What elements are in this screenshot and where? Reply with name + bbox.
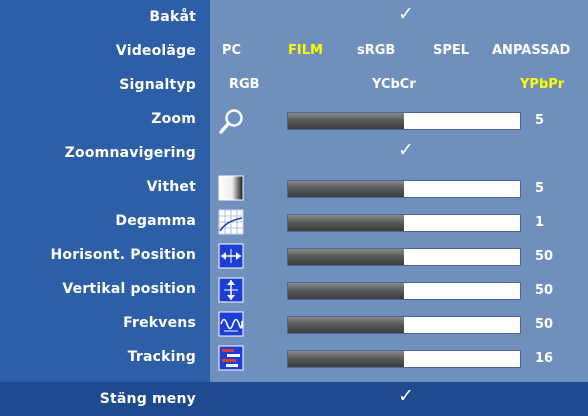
video-mode-option-anpassad[interactable]: ANPASSAD xyxy=(492,34,570,68)
video-mode-option-spel[interactable]: SPEL xyxy=(433,34,469,68)
video-mode-option-pc[interactable]: PC xyxy=(222,34,241,68)
row-degamma[interactable]: Degamma 1 xyxy=(0,204,588,238)
row-label-whiteness: Vithet xyxy=(146,179,196,195)
whiteness-gradient-icon xyxy=(218,175,244,201)
degamma-slider-fill xyxy=(288,215,404,231)
tracking-slider[interactable] xyxy=(287,350,521,368)
frequency-value: 50 xyxy=(535,317,554,332)
frequency-wave-icon xyxy=(218,311,244,337)
row-zoom-navigation[interactable]: Zoomnavigering ✓ xyxy=(0,136,588,170)
row-tracking[interactable]: Tracking 16 xyxy=(0,340,588,374)
whiteness-slider[interactable] xyxy=(287,180,521,198)
degamma-slider[interactable] xyxy=(287,214,521,232)
row-label-tracking: Tracking xyxy=(127,349,196,365)
row-label-back: Bakåt xyxy=(149,9,196,25)
vertical-position-slider-fill xyxy=(288,283,404,299)
tracking-slider-fill xyxy=(288,351,404,367)
zoom-navigation-checkmark: ✓ xyxy=(398,139,414,161)
vertical-position-value: 50 xyxy=(535,283,554,298)
close-menu-row[interactable]: Stäng meny ✓ xyxy=(0,382,588,416)
video-mode-option-srgb[interactable]: sRGB xyxy=(357,34,395,68)
osd-menu: Bakåt ✓ Videoläge PC FILM sRGB SPEL ANPA… xyxy=(0,0,588,416)
row-label-zoom-navigation: Zoomnavigering xyxy=(64,145,196,161)
row-label-vertical-position: Vertikal position xyxy=(62,281,196,297)
row-label-frequency: Frekvens xyxy=(123,315,196,331)
horizontal-position-value: 50 xyxy=(535,249,554,264)
row-frequency[interactable]: Frekvens 50 xyxy=(0,306,588,340)
close-menu-checkmark: ✓ xyxy=(398,385,414,407)
zoom-slider-fill xyxy=(288,113,404,129)
row-label-degamma: Degamma xyxy=(115,213,196,229)
row-video-mode[interactable]: Videoläge PC FILM sRGB SPEL ANPASSAD xyxy=(0,34,588,68)
signal-type-option-ypbpr[interactable]: YPbPr xyxy=(520,68,564,102)
horizontal-position-slider-fill xyxy=(288,249,404,265)
whiteness-value: 5 xyxy=(535,181,545,196)
row-horizontal-position[interactable]: Horisont. Position 50 xyxy=(0,238,588,272)
signal-type-option-ycbcr[interactable]: YCbCr xyxy=(372,68,416,102)
close-menu-label: Stäng meny xyxy=(99,391,196,407)
zoom-slider[interactable] xyxy=(287,112,521,130)
row-label-zoom: Zoom xyxy=(151,111,196,127)
row-vertical-position[interactable]: Vertikal position 50 xyxy=(0,272,588,306)
row-label-signal-type: Signaltyp xyxy=(119,77,196,93)
row-zoom[interactable]: Zoom 5 xyxy=(0,102,588,136)
row-signal-type[interactable]: Signaltyp RGB YCbCr YPbPr xyxy=(0,68,588,102)
signal-type-option-rgb[interactable]: RGB xyxy=(229,68,260,102)
vertical-position-slider[interactable] xyxy=(287,282,521,300)
horizontal-position-icon xyxy=(218,243,244,269)
magnifier-icon xyxy=(218,107,243,134)
vertical-position-icon xyxy=(218,277,244,303)
degamma-curve-icon xyxy=(218,209,244,235)
row-back[interactable]: Bakåt ✓ xyxy=(0,0,588,34)
frequency-slider[interactable] xyxy=(287,316,521,334)
row-label-video-mode: Videoläge xyxy=(115,43,196,59)
row-label-horizontal-position: Horisont. Position xyxy=(50,247,196,263)
video-mode-option-film[interactable]: FILM xyxy=(288,34,323,68)
row-whiteness[interactable]: Vithet 5 xyxy=(0,170,588,204)
back-checkmark: ✓ xyxy=(398,3,414,25)
zoom-value: 5 xyxy=(535,113,545,128)
tracking-bars-icon xyxy=(218,345,244,371)
horizontal-position-slider[interactable] xyxy=(287,248,521,266)
frequency-slider-fill xyxy=(288,317,404,333)
tracking-value: 16 xyxy=(535,351,554,366)
whiteness-slider-fill xyxy=(288,181,404,197)
degamma-value: 1 xyxy=(535,215,545,230)
